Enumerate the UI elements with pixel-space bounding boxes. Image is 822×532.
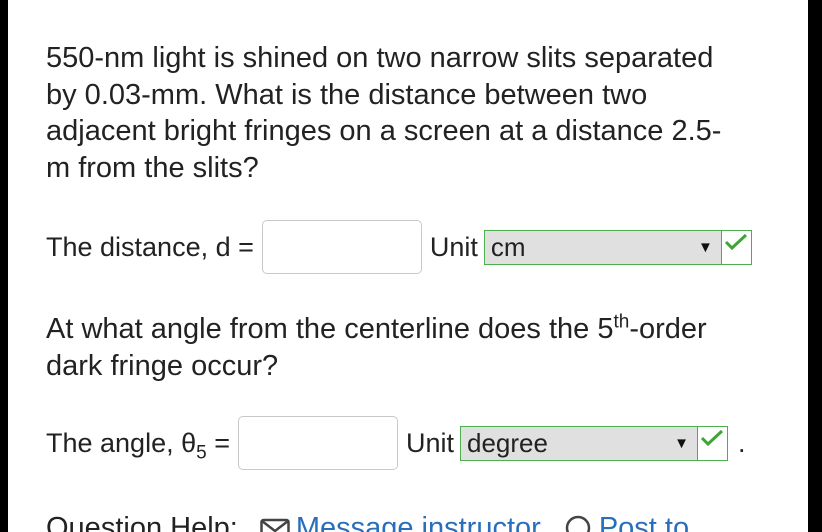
angle-subscript: 5	[196, 441, 207, 463]
distance-input[interactable]	[261, 220, 422, 274]
question-line: 550-nm light is shined on two narrow sli…	[46, 42, 714, 74]
question-text: 550-nm light is shined on two narrow sli…	[46, 40, 781, 186]
chevron-down-icon: ▼	[698, 238, 713, 256]
question-part2-line1: At what angle from the centerline does t…	[46, 313, 614, 345]
distance-unit-label: Unit	[429, 231, 478, 262]
distance-unit-select[interactable]: cm ▼	[483, 229, 722, 265]
checkmark-icon	[697, 425, 728, 461]
chevron-down-icon: ▼	[674, 434, 689, 452]
angle-input[interactable]	[237, 416, 398, 470]
distance-answer-row: The distance, d = Unit cm ▼	[46, 220, 752, 274]
question-line: by 0.03-mm. What is the distance between…	[46, 78, 648, 111]
post-to-link[interactable]: Post to	[599, 512, 689, 532]
angle-unit-select[interactable]: degree ▼	[459, 425, 698, 461]
angle-answer-row: The angle, θ5 = Unit degree ▼ .	[46, 416, 746, 470]
ordinal-suffix: th	[613, 311, 630, 333]
question-help-bar: Question Help: Message instructor Post t…	[46, 512, 689, 532]
question-help-label: Question Help:	[46, 512, 238, 532]
question-page: 550-nm light is shined on two narrow sli…	[8, 0, 808, 532]
distance-unit-value: cm	[490, 231, 526, 262]
distance-label: The distance, d =	[46, 231, 254, 262]
angle-unit-value: degree	[466, 427, 548, 458]
chat-icon	[563, 515, 593, 532]
question-line: m from the slits?	[46, 151, 259, 184]
trailing-period: .	[737, 427, 746, 458]
angle-label: The angle, θ5 =	[46, 427, 230, 463]
envelope-icon	[260, 518, 290, 532]
question-part2-line2: dark fringe occur?	[46, 350, 279, 382]
question-line: adjacent bright fringes on a screen at a…	[46, 115, 722, 147]
question-part2-line1-end: -order	[629, 313, 707, 345]
checkmark-icon	[721, 229, 752, 265]
question-part2-text: At what angle from the centerline does t…	[46, 311, 781, 385]
message-instructor-link[interactable]: Message instructor	[296, 512, 541, 532]
angle-unit-label: Unit	[405, 427, 454, 458]
